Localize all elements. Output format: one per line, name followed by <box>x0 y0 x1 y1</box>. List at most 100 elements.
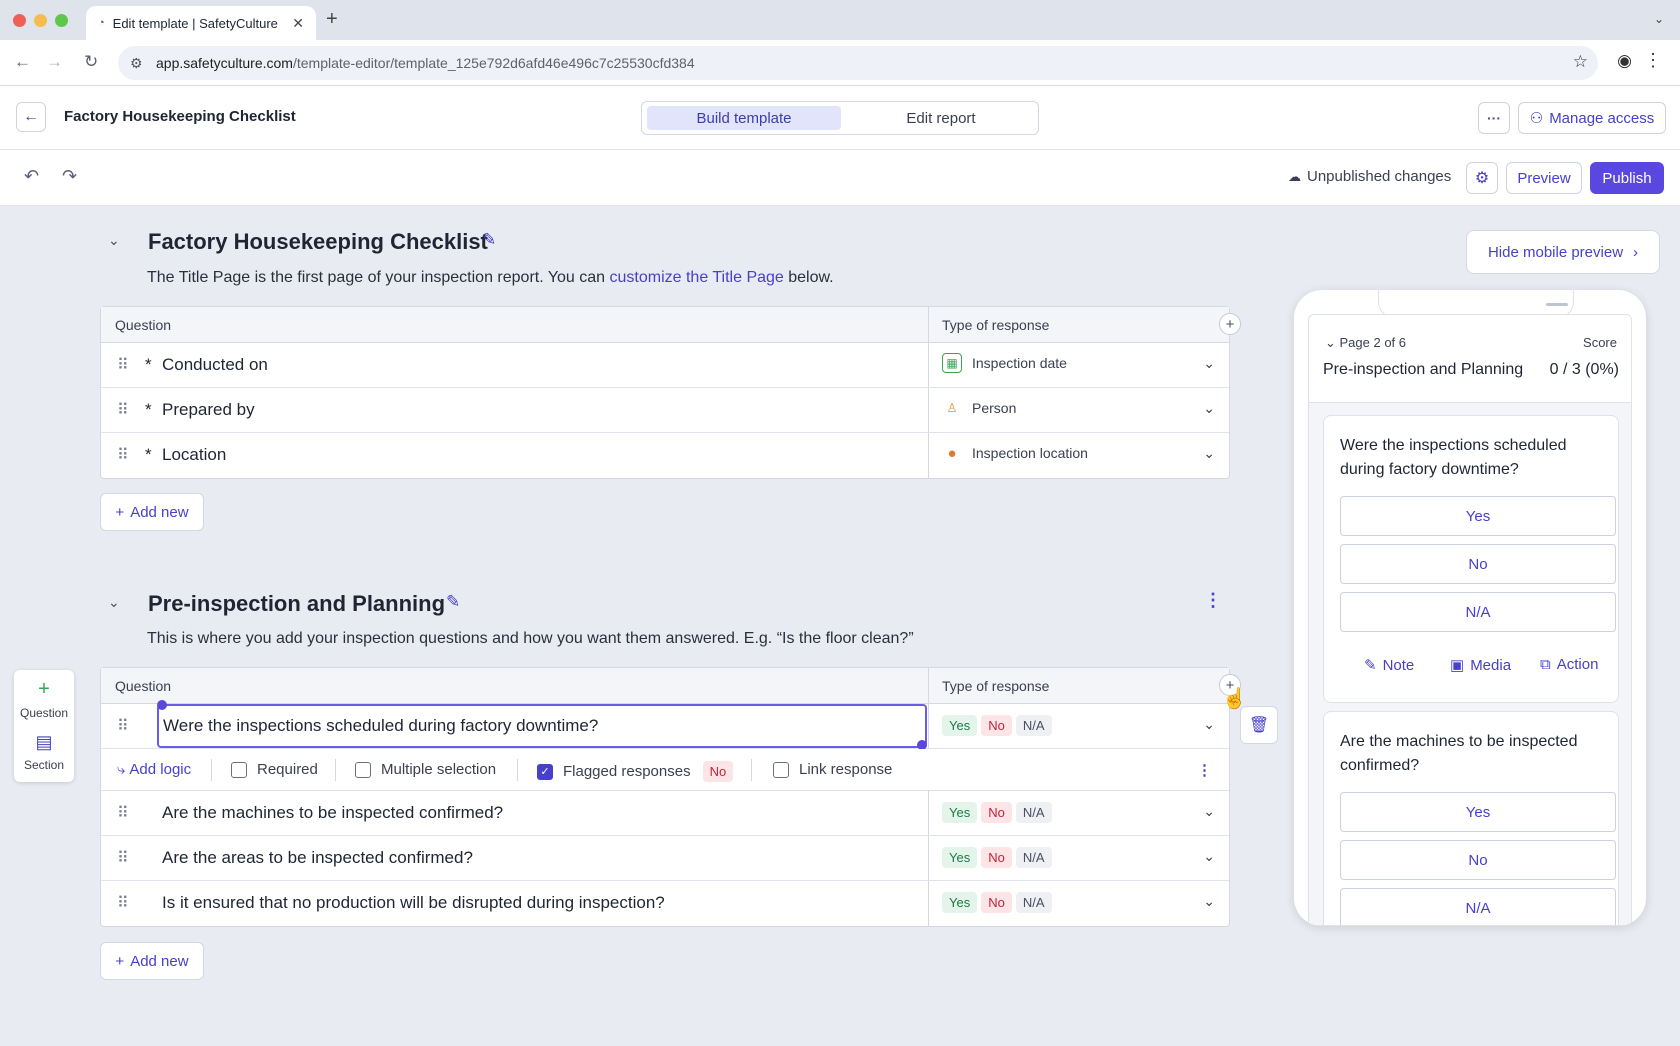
manage-access-button[interactable]: ⚇ Manage access <box>1518 102 1666 134</box>
drag-handle-icon[interactable]: ⠿ <box>117 716 129 736</box>
chevron-down-icon[interactable]: ⌄ <box>1203 400 1215 417</box>
mobile-note-button[interactable]: ✎ Note <box>1364 656 1414 675</box>
collapse-title-page-icon[interactable]: ⌄ <box>108 232 120 249</box>
bookmark-star-icon[interactable]: ☆ <box>1573 52 1588 72</box>
resize-handle-top[interactable] <box>157 700 167 710</box>
reload-icon[interactable]: ↻ <box>84 52 98 72</box>
site-info-icon[interactable]: ⚙ <box>130 55 143 72</box>
table-row[interactable]: ⠿ Is it ensured that no production will … <box>101 881 1229 926</box>
preview-button[interactable]: Preview <box>1506 162 1582 194</box>
browser-tab[interactable]: ◔ Edit template | SafetyCulture ✕ <box>86 6 316 40</box>
mobile-page-indicator[interactable]: ⌄ Page 2 of 6 <box>1325 335 1406 351</box>
question-text[interactable]: Are the areas to be inspected confirmed? <box>162 848 473 868</box>
link-response-checkbox[interactable]: Link response <box>773 761 892 778</box>
question-text[interactable]: Conducted on <box>162 355 268 375</box>
section-menu-icon[interactable]: ⋮ <box>1204 590 1222 611</box>
question-text[interactable]: Is it ensured that no production will be… <box>162 893 665 913</box>
required-checkbox[interactable]: Required <box>231 761 318 778</box>
table-row[interactable]: ⠿ Are the areas to be inspected confirme… <box>101 836 1229 881</box>
add-question-circle-button[interactable]: + <box>1219 313 1241 335</box>
drag-handle-icon[interactable]: ⠿ <box>117 803 129 823</box>
response-set[interactable]: Yes No N/A <box>942 715 1056 736</box>
question-text[interactable]: Are the machines to be inspected confirm… <box>162 803 503 823</box>
table-row[interactable]: ⠿ * Prepared by ♙ Person ⌄ <box>101 388 1229 433</box>
edit-section-pencil-icon[interactable]: ✎ <box>446 592 460 612</box>
close-tab-icon[interactable]: ✕ <box>292 15 304 32</box>
redo-icon[interactable]: ↷ <box>62 166 77 187</box>
add-logic-button[interactable]: ⤷ Add logic <box>117 761 191 778</box>
forward-icon[interactable]: → <box>46 52 63 72</box>
response-set[interactable]: Yes No N/A <box>942 802 1056 823</box>
table-row[interactable]: ⠿ * Conducted on ▦ Inspection date ⌄ <box>101 343 1229 388</box>
back-icon[interactable]: ← <box>14 52 31 72</box>
response-type-select[interactable]: ♙ Person <box>942 398 1017 418</box>
table-row[interactable]: ⠿ Are the machines to be inspected confi… <box>101 791 1229 836</box>
tab-build-template[interactable]: Build template <box>647 106 841 130</box>
add-question-tool-label[interactable]: Question <box>14 706 74 720</box>
add-question-plus-icon[interactable]: + <box>14 678 74 701</box>
table-row-selected[interactable]: ⠿ Were the inspections scheduled during … <box>101 700 1229 750</box>
mobile-answer-yes[interactable]: Yes <box>1340 792 1616 832</box>
customize-title-page-link[interactable]: customize the Title Page <box>610 269 784 286</box>
response-type-select[interactable]: ● Inspection location <box>942 443 1088 463</box>
selected-question-input[interactable]: Were the inspections scheduled during fa… <box>157 704 927 748</box>
section-icon[interactable]: ▤ <box>14 732 74 753</box>
more-options-button[interactable]: ··· <box>1478 102 1510 134</box>
chevron-down-icon[interactable]: ⌄ <box>1203 716 1215 733</box>
table-row[interactable]: ⠿ * Location ● Inspection location ⌄ <box>101 433 1229 478</box>
minimize-window-button[interactable] <box>34 14 47 27</box>
mobile-answer-yes[interactable]: Yes <box>1340 496 1616 536</box>
arrow-left-icon: ← <box>23 108 39 125</box>
tab-title: Edit template | SafetyCulture <box>112 15 278 31</box>
add-new-button[interactable]: + Add new <box>100 493 204 531</box>
mobile-answer-na[interactable]: N/A <box>1340 592 1616 632</box>
drag-handle-icon[interactable]: ⠿ <box>117 893 129 913</box>
drag-handle-icon[interactable]: ⠿ <box>117 355 129 375</box>
delete-question-button[interactable]: 🗑 <box>1240 706 1278 744</box>
undo-icon[interactable]: ↶ <box>24 166 39 187</box>
profile-icon[interactable]: ◉ <box>1617 51 1632 71</box>
mobile-answer-no[interactable]: No <box>1340 840 1616 880</box>
maximize-window-button[interactable] <box>55 14 68 27</box>
edit-title-pencil-icon[interactable]: ✎ <box>482 230 496 250</box>
tab-search-icon[interactable]: ⌄ <box>1654 12 1664 26</box>
response-type-select[interactable]: ▦ Inspection date <box>942 353 1067 373</box>
chevron-right-icon: › <box>1633 243 1639 261</box>
back-button[interactable]: ← <box>16 102 46 132</box>
drag-handle-icon[interactable]: ⠿ <box>117 445 129 465</box>
drag-handle-icon[interactable]: ⠿ <box>117 400 129 420</box>
question-menu-icon[interactable]: ⋮ <box>1197 761 1212 779</box>
mode-switch: Build template Edit report <box>641 101 1039 135</box>
question-text[interactable]: Location <box>162 445 226 465</box>
drag-handle-icon[interactable]: ⠿ <box>117 848 129 868</box>
flagged-value-chip[interactable]: No <box>702 761 734 782</box>
mobile-action-button[interactable]: ⧉ Action <box>1540 656 1598 673</box>
chevron-down-icon[interactable]: ⌄ <box>1203 893 1215 910</box>
settings-button[interactable]: ⚙ <box>1466 162 1498 194</box>
column-divider <box>928 668 929 703</box>
mobile-media-button[interactable]: ▣ Media <box>1450 656 1511 675</box>
flagged-responses-checkbox[interactable]: ✓ Flagged responses No <box>537 761 737 782</box>
hide-mobile-preview-button[interactable]: Hide mobile preview › <box>1466 230 1660 274</box>
option-divider <box>211 759 212 781</box>
chevron-down-icon[interactable]: ⌄ <box>1203 848 1215 865</box>
multiple-selection-checkbox[interactable]: Multiple selection <box>355 761 496 778</box>
close-window-button[interactable] <box>13 14 26 27</box>
mobile-answer-na[interactable]: N/A <box>1340 888 1616 925</box>
response-na-chip: N/A <box>1015 715 1052 736</box>
chevron-down-icon[interactable]: ⌄ <box>1203 445 1215 462</box>
mobile-answer-no[interactable]: No <box>1340 544 1616 584</box>
response-set[interactable]: Yes No N/A <box>942 892 1056 913</box>
tab-edit-report[interactable]: Edit report <box>847 106 1035 130</box>
browser-menu-icon[interactable]: ⋮ <box>1644 50 1662 71</box>
question-text[interactable]: Prepared by <box>162 400 255 420</box>
collapse-section-icon[interactable]: ⌄ <box>108 594 120 611</box>
response-set[interactable]: Yes No N/A <box>942 847 1056 868</box>
add-section-tool-label[interactable]: Section <box>14 758 74 772</box>
chevron-down-icon[interactable]: ⌄ <box>1203 803 1215 820</box>
chevron-down-icon[interactable]: ⌄ <box>1203 355 1215 372</box>
new-tab-button[interactable]: + <box>326 8 338 31</box>
publish-button[interactable]: Publish <box>1590 162 1664 194</box>
url-bar[interactable]: ⚙ app.safetyculture.com/template-editor/… <box>118 46 1598 80</box>
add-new-button[interactable]: + Add new <box>100 942 204 980</box>
